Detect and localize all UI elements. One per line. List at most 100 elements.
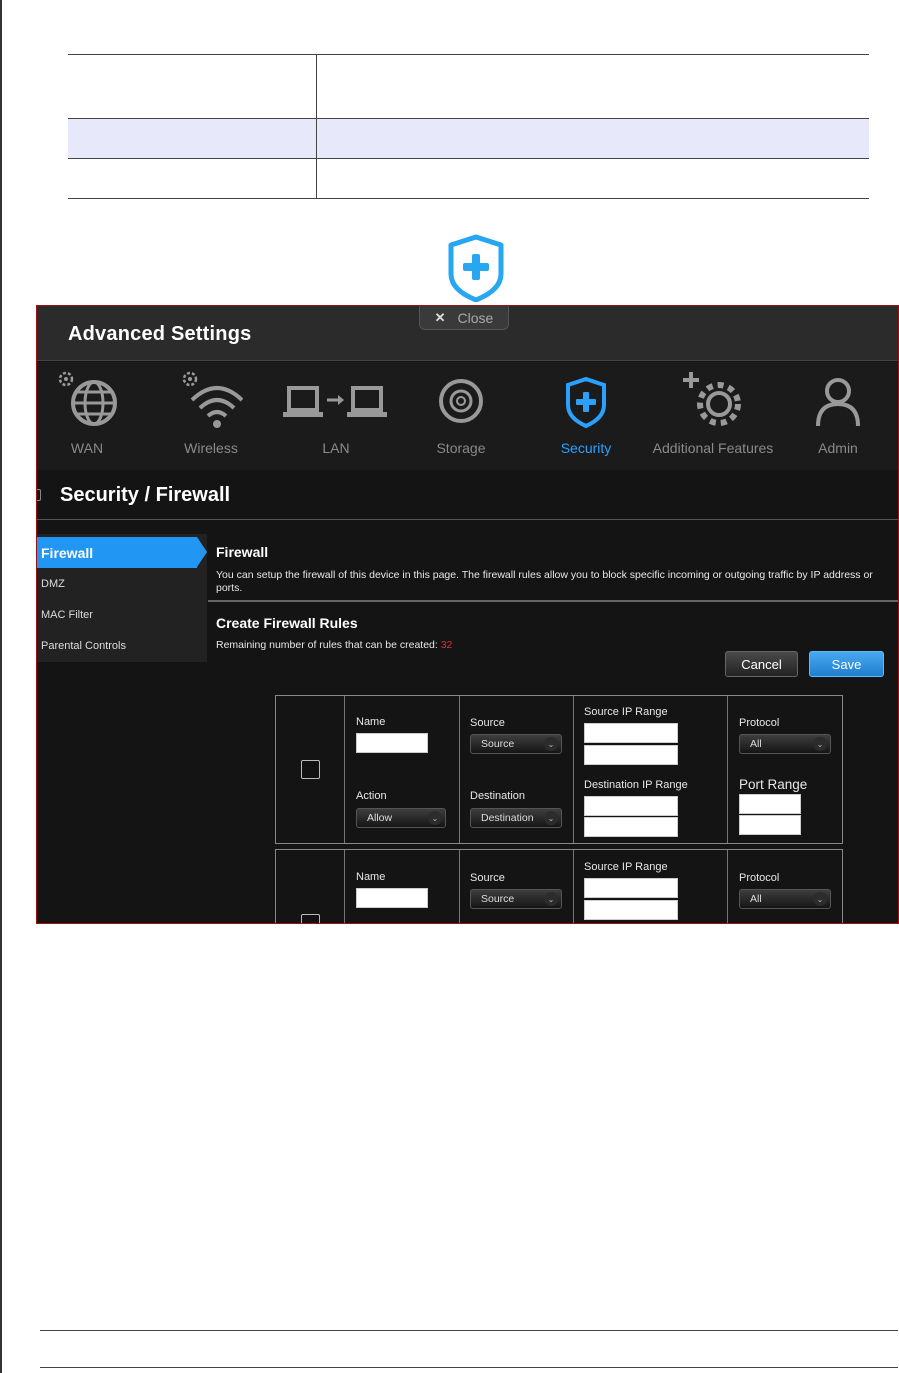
protocol-select[interactable]: All ⌄ — [739, 889, 831, 909]
close-button[interactable]: ✕ Close — [419, 306, 509, 330]
footer-divider — [40, 1367, 898, 1368]
lan-computers-icon — [283, 386, 387, 417]
user-icon — [816, 378, 860, 427]
nav-label-admin: Admin — [818, 440, 858, 456]
source-ip-end-input[interactable] — [584, 900, 678, 920]
page-edge-line — [0, 0, 2, 1373]
protocol-select-value: All — [750, 893, 762, 905]
table-row — [68, 158, 869, 199]
document-table — [68, 54, 869, 199]
table-cell — [316, 54, 869, 119]
protocol-select[interactable]: All ⌄ — [739, 734, 831, 754]
remaining-rules-text: Remaining number of rules that can be cr… — [216, 639, 452, 651]
table-cell — [68, 158, 317, 199]
source-ip-end-input[interactable] — [584, 745, 678, 765]
name-label: Name — [356, 716, 386, 728]
nav-item-wan[interactable]: WAN — [37, 362, 147, 470]
security-shield-icon — [448, 234, 504, 302]
divider — [37, 519, 898, 520]
close-label: Close — [457, 309, 494, 326]
port-end-input[interactable] — [739, 815, 801, 835]
column-divider — [727, 850, 728, 923]
chevron-down-icon: ⌄ — [813, 737, 827, 751]
protocol-select-value: All — [750, 738, 762, 750]
source-ip-start-input[interactable] — [584, 878, 678, 898]
table-cell — [68, 118, 317, 159]
action-label: Action — [356, 790, 387, 802]
source-select-value: Source — [481, 738, 515, 750]
protocol-label: Protocol — [739, 717, 780, 729]
column-divider — [344, 850, 345, 923]
sidebar-item-mac-filter[interactable]: MAC Filter — [37, 599, 207, 630]
nav-label-wireless: Wireless — [184, 440, 238, 456]
source-ip-range-label: Source IP Range — [584, 706, 668, 718]
column-divider — [459, 696, 460, 843]
table-cell — [68, 54, 317, 119]
router-settings-screenshot: Advanced Settings ✕ Close WAN Wireless L… — [36, 305, 899, 924]
create-rules-heading: Create Firewall Rules — [216, 615, 358, 631]
nav-label-storage: Storage — [436, 440, 486, 456]
destination-label: Destination — [470, 790, 526, 802]
source-ip-start-input[interactable] — [584, 723, 678, 743]
shield-plus-icon — [566, 376, 606, 429]
name-label: Name — [356, 871, 386, 883]
nav-label-security: Security — [560, 440, 612, 456]
disc-icon — [439, 379, 483, 423]
table-row — [68, 54, 869, 119]
nav-item-wireless[interactable]: Wireless — [151, 362, 271, 470]
name-input[interactable] — [356, 733, 428, 753]
destination-select[interactable]: Destination ⌄ — [470, 808, 562, 828]
nav-item-additional-features[interactable]: Additional Features — [643, 362, 783, 470]
nav-item-admin[interactable]: Admin — [778, 362, 898, 470]
destination-ip-end-input[interactable] — [584, 817, 678, 837]
table-row — [68, 118, 869, 159]
column-divider — [573, 696, 574, 843]
main-nav: WAN Wireless LAN Storage Security Additi… — [37, 362, 898, 470]
chevron-down-icon: ⌄ — [544, 737, 558, 751]
section-marker — [37, 489, 41, 501]
wifi-gear-icon — [182, 371, 243, 428]
close-icon: ✕ — [434, 309, 446, 325]
chevron-down-icon: ⌄ — [813, 892, 827, 906]
source-label: Source — [470, 717, 505, 729]
destination-ip-start-input[interactable] — [584, 796, 678, 816]
chevron-down-icon: ⌄ — [544, 892, 558, 906]
nav-item-lan[interactable]: LAN — [276, 362, 396, 470]
source-select[interactable]: Source ⌄ — [470, 734, 562, 754]
window-title: Advanced Settings — [68, 323, 252, 345]
port-start-input[interactable] — [739, 794, 801, 814]
cancel-button[interactable]: Cancel — [725, 651, 798, 677]
rule-select-checkbox[interactable] — [301, 914, 320, 923]
sidebar-item-parental-controls[interactable]: Parental Controls — [37, 630, 207, 661]
divider — [208, 600, 898, 602]
nav-item-storage[interactable]: Storage — [401, 362, 521, 470]
action-select-value: Allow — [367, 812, 393, 824]
source-ip-range-label: Source IP Range — [584, 861, 668, 873]
firewall-rule-row: Name Source Source ⌄ Source IP Range Prot… — [275, 695, 843, 844]
page-title: Security / Firewall — [60, 484, 231, 506]
port-range-label: Port Range — [739, 777, 808, 792]
chevron-down-icon: ⌄ — [544, 811, 558, 825]
sidebar-item-dmz[interactable]: DMZ — [37, 568, 207, 599]
destination-ip-range-label: Destination IP Range — [584, 779, 688, 791]
firewall-heading: Firewall — [216, 544, 269, 560]
chevron-down-icon: ⌄ — [428, 811, 442, 825]
action-select[interactable]: Allow ⌄ — [356, 808, 446, 828]
name-input[interactable] — [356, 888, 428, 908]
column-divider — [573, 850, 574, 923]
rule-select-checkbox[interactable] — [301, 760, 320, 779]
remaining-rules-count: 32 — [440, 639, 453, 651]
sidebar-item-firewall[interactable]: Firewall — [37, 537, 207, 568]
source-select-value: Source — [481, 893, 515, 905]
source-label: Source — [470, 872, 505, 884]
source-select[interactable]: Source ⌄ — [470, 889, 562, 909]
nav-label-wan: WAN — [70, 440, 104, 456]
column-divider — [344, 696, 345, 843]
destination-select-value: Destination — [481, 812, 534, 824]
footer-divider — [40, 1330, 898, 1331]
nav-item-security[interactable]: Security — [526, 362, 646, 470]
firewall-description: You can setup the firewall of this devic… — [216, 569, 873, 594]
firewall-rule-row: Name Source Source ⌄ Source IP Range Prot… — [275, 849, 843, 923]
save-button[interactable]: Save — [809, 651, 884, 677]
remaining-rules-label: Remaining number of rules that can be cr… — [216, 639, 441, 651]
